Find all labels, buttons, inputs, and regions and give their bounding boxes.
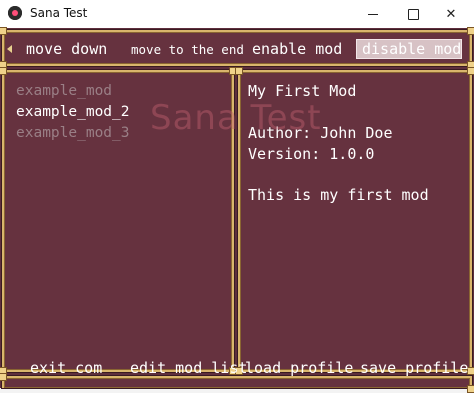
- mod-list-item[interactable]: example_mod_3: [16, 125, 130, 141]
- maximize-icon: [407, 8, 419, 20]
- load-profile-command[interactable]: load profile: [245, 359, 353, 377]
- move-to-end-command[interactable]: move to the end: [131, 42, 244, 57]
- title-bar[interactable]: Sana Test ✕: [0, 0, 474, 28]
- mod-list-item[interactable]: example_mod: [16, 83, 112, 99]
- app-icon: [8, 6, 22, 20]
- frame-corner: [467, 27, 474, 35]
- bottom-command-window: [0, 373, 474, 393]
- mod-list-item[interactable]: example_mod_2: [16, 104, 130, 120]
- enable-mod-command[interactable]: enable mod: [252, 40, 342, 58]
- close-button[interactable]: ✕: [428, 0, 474, 28]
- app-window: Sana Test ✕ move down move to the end en…: [0, 0, 474, 393]
- minimize-icon: [368, 13, 378, 15]
- disable-mod-command[interactable]: disable mod: [362, 40, 461, 58]
- save-profile-command[interactable]: save profile: [360, 359, 468, 377]
- close-icon: ✕: [445, 6, 457, 22]
- mod-version: Version: 1.0.0: [248, 145, 375, 163]
- scroll-left-arrow-icon[interactable]: [7, 45, 12, 53]
- frame-corner: [467, 67, 474, 75]
- move-down-command[interactable]: move down: [26, 40, 107, 58]
- edit-mod-list-command[interactable]: edit mod list: [130, 359, 247, 377]
- command-window: move down move to the end enable mod dis…: [0, 27, 474, 69]
- window-title: Sana Test: [30, 6, 88, 20]
- exit-command[interactable]: exit com: [30, 359, 102, 377]
- title-watermark: Sana Test: [150, 98, 322, 138]
- game-canvas: move down move to the end enable mod dis…: [0, 27, 474, 393]
- mod-description: This is my first mod: [248, 186, 429, 204]
